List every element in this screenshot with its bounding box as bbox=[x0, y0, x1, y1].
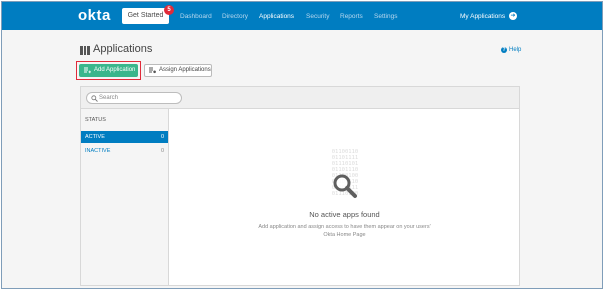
nav-applications[interactable]: Applications bbox=[259, 13, 294, 20]
okta-logo[interactable]: okta bbox=[78, 7, 111, 24]
status-heading: STATUS bbox=[85, 117, 106, 123]
search-bar: Search bbox=[81, 87, 519, 109]
empty-state-line: Okta Home Page bbox=[323, 232, 366, 238]
filter-active-label: ACTIVE bbox=[85, 134, 105, 140]
empty-state: 01100110 01101111 01110101 01101110 0110… bbox=[170, 109, 519, 285]
assign-applications-label: Assign Applications bbox=[159, 67, 211, 73]
assign-app-icon bbox=[149, 67, 156, 74]
my-applications-link[interactable]: My Applications bbox=[460, 13, 505, 20]
nav-directory[interactable]: Directory bbox=[222, 13, 248, 20]
help-link[interactable]: Help bbox=[509, 47, 521, 53]
empty-state-title: No active apps found bbox=[309, 210, 380, 219]
add-app-icon bbox=[84, 67, 91, 74]
filter-inactive[interactable]: INACTIVE 0 bbox=[81, 145, 168, 157]
applications-panel: Search STATUS ACTIVE 0 INACTIVE 0 011001… bbox=[80, 86, 520, 286]
search-icon bbox=[91, 95, 98, 102]
get-started-button[interactable]: Get Started bbox=[122, 8, 169, 24]
empty-state-line: Add application and assign access to hav… bbox=[258, 224, 431, 230]
assign-applications-button[interactable]: Assign Applications bbox=[144, 64, 212, 77]
filter-inactive-label: INACTIVE bbox=[85, 148, 111, 154]
help-circle-icon[interactable]: ? bbox=[501, 47, 507, 53]
search-placeholder: Search bbox=[99, 95, 119, 101]
filter-inactive-count: 0 bbox=[160, 148, 164, 154]
top-navigation-bar: okta Get Started 5 Dashboard Directory A… bbox=[2, 2, 602, 30]
empty-state-description: Add application and assign access to hav… bbox=[170, 223, 519, 239]
search-input[interactable]: Search bbox=[86, 92, 182, 104]
grid-icon bbox=[80, 46, 90, 55]
get-started-badge: 5 bbox=[164, 5, 174, 15]
add-application-button[interactable]: Add Application bbox=[79, 64, 138, 77]
magnifier-icon bbox=[333, 174, 357, 198]
add-application-label: Add Application bbox=[94, 67, 136, 73]
page-title: Applications bbox=[93, 43, 153, 55]
filter-active-count: 0 bbox=[160, 134, 164, 140]
nav-security[interactable]: Security bbox=[306, 13, 329, 20]
status-sidebar: STATUS ACTIVE 0 INACTIVE 0 bbox=[81, 109, 169, 285]
filter-active[interactable]: ACTIVE 0 bbox=[81, 131, 168, 143]
app-window: okta Get Started 5 Dashboard Directory A… bbox=[1, 1, 603, 289]
nav-settings[interactable]: Settings bbox=[374, 13, 398, 20]
nav-dashboard[interactable]: Dashboard bbox=[180, 13, 212, 20]
arrow-right-circle-icon[interactable]: ➜ bbox=[509, 12, 517, 20]
nav-reports[interactable]: Reports bbox=[340, 13, 363, 20]
